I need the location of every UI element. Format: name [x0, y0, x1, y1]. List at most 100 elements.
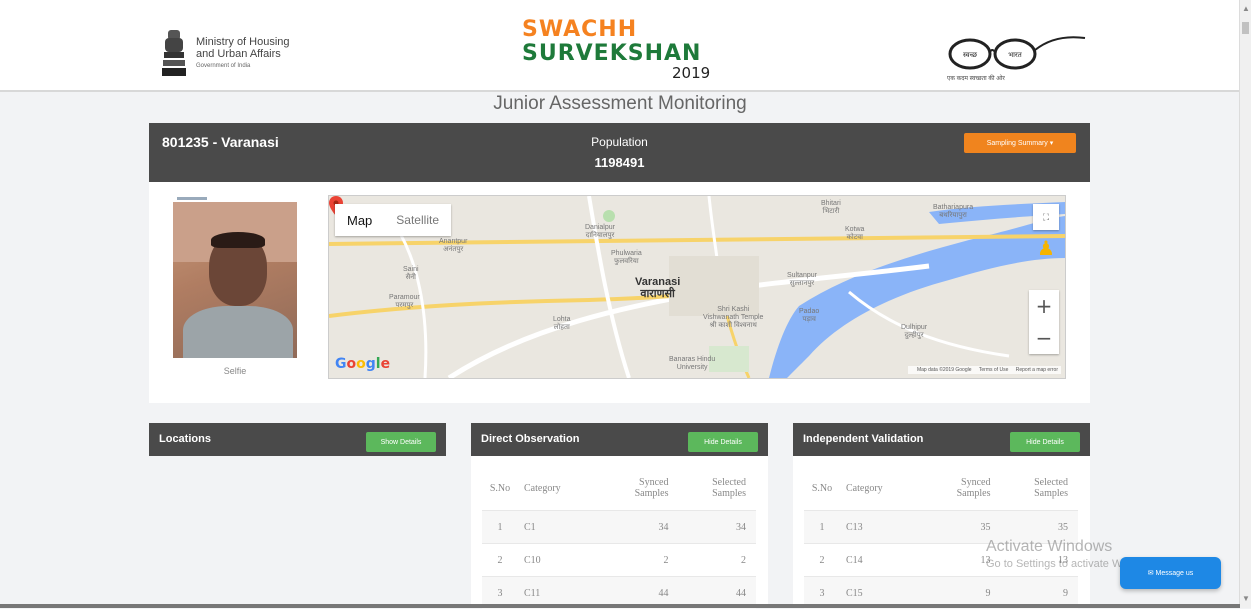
national-emblem-icon — [160, 28, 188, 80]
population-value: 1198491 — [149, 155, 1090, 170]
map-attribution: Map data ©2019 Google Terms of Use Repor… — [908, 366, 1061, 374]
map-label-temple-hi: श्री काशी विश्वनाथ — [710, 322, 757, 329]
terms-link[interactable]: Terms of Use — [979, 367, 1008, 373]
bottom-edge — [0, 604, 1240, 608]
map-label-sultanpur-hi: सुल्तानपुर — [790, 280, 814, 287]
site-header: Ministry of Housing and Urban Affairs Go… — [0, 0, 1240, 92]
header-category: Category — [518, 466, 605, 511]
sampling-summary-button[interactable]: Sampling Summary ▾ — [964, 133, 1076, 153]
hide-details-button[interactable]: Hide Details — [688, 432, 758, 452]
hide-details-button[interactable]: Hide Details — [1010, 432, 1080, 452]
show-details-button[interactable]: Show Details — [366, 432, 436, 452]
cell-category: C10 — [518, 544, 605, 577]
map-label-danialpur-hi: दानियालपुर — [586, 232, 615, 239]
google-logo: Google — [335, 356, 390, 372]
cell-sno: 2 — [804, 544, 840, 577]
zoom-out-button[interactable]: − — [1029, 322, 1059, 354]
cell-selected: 2 — [679, 544, 757, 577]
ministry-logo: Ministry of Housing and Urban Affairs Go… — [160, 28, 290, 80]
street-view-pegman-icon[interactable]: ♟ — [1035, 236, 1057, 264]
cell-sno: 2 — [482, 544, 518, 577]
cell-category: C14 — [840, 544, 927, 577]
brand-year: 2019 — [672, 64, 710, 82]
table-row: 2 C10 2 2 — [482, 544, 756, 577]
map-label-bathariapura: Bathariapura — [933, 204, 973, 211]
locations-title: Locations — [159, 433, 211, 445]
scroll-down-icon[interactable]: ▼ — [1242, 594, 1250, 603]
fullscreen-icon[interactable]: ⛶ — [1033, 204, 1059, 230]
independent-validation-card: Independent Validation Hide Details S.No… — [793, 423, 1090, 608]
map-label-bhitari-hi: भिटारी — [823, 208, 840, 215]
map-label-sultanpur: Sultanpur — [787, 272, 817, 279]
map-label-paramour-hi: परमपुर — [395, 302, 413, 309]
page-title: Junior Assessment Monitoring — [0, 93, 1240, 115]
map-label-danialpur: Danialpur — [585, 224, 615, 231]
cell-sno: 1 — [804, 511, 840, 544]
map-label-varanasi-hi: वाराणसी — [640, 288, 675, 300]
map-label-lohta-hi: लोहता — [554, 324, 570, 331]
map-label-bathariapura-hi: बथरियापुरा — [939, 212, 967, 219]
brand-line-2: SURVEKSHAN — [522, 42, 701, 66]
population-label: Population — [591, 135, 648, 149]
google-logo-letter: e — [381, 356, 391, 372]
google-map[interactable]: Bhitariभिटारी Bathariapuraबथरियापुरा Dan… — [328, 195, 1066, 379]
ministry-line-2: and Urban Affairs — [196, 48, 290, 60]
map-label-dulhipur: Dulhipur — [901, 324, 927, 331]
scrollbar-thumb[interactable] — [1242, 22, 1249, 34]
map-label-saini: Saini — [403, 266, 419, 273]
swachh-survekshan-logo: SWACHH SURVEKSHAN 2019 — [522, 18, 701, 66]
sb-logo-text-right: भारत — [1008, 51, 1023, 59]
map-label-varanasi: Varanasi — [635, 276, 680, 288]
map-label-lohta: Lohta — [553, 316, 571, 323]
message-us-button[interactable]: ✉ Message us — [1120, 557, 1221, 589]
cell-synced: 34 — [605, 511, 679, 544]
locations-card: Locations Show Details — [149, 423, 446, 456]
direct-observation-title: Direct Observation — [481, 433, 579, 445]
scroll-up-icon[interactable]: ▲ — [1242, 4, 1250, 13]
map-label-bhu: Banaras Hindu University — [669, 356, 715, 372]
map-label-kotwa-hi: कोटवा — [847, 234, 863, 241]
table-row: 1 C1 34 34 — [482, 511, 756, 544]
independent-validation-body: S.No Category Synced Samples Selected Sa… — [793, 456, 1090, 608]
header-selected-samples: Selected Samples — [1001, 466, 1079, 511]
direct-observation-card-header: Direct Observation Hide Details — [471, 423, 768, 456]
map-type-map-button[interactable]: Map — [335, 204, 384, 236]
google-logo-letter: g — [366, 356, 376, 372]
ministry-line-1: Ministry of Housing — [196, 36, 290, 48]
direct-observation-body: S.No Category Synced Samples Selected Sa… — [471, 456, 768, 608]
map-label-padao-hi: पड़ाव — [802, 316, 815, 323]
map-data-text: Map data ©2019 Google — [917, 367, 972, 373]
cell-synced: 2 — [605, 544, 679, 577]
locations-card-header: Locations Show Details — [149, 423, 446, 456]
header-selected-samples: Selected Samples — [679, 466, 757, 511]
report-error-link[interactable]: Report a map error — [1016, 367, 1058, 373]
map-label-phulwaria-hi: फुलवरिया — [614, 258, 639, 265]
watermark-line-1: Activate Windows — [986, 538, 1160, 556]
map-type-satellite-button[interactable]: Satellite — [384, 204, 451, 236]
selfie-photo[interactable] — [173, 202, 297, 358]
map-label-phulwaria: Phulwaria — [611, 250, 642, 257]
map-label-bhitari: Bhitari — [821, 200, 841, 207]
cell-selected: 34 — [679, 511, 757, 544]
ministry-line-3: Government of India — [196, 60, 290, 72]
independent-validation-title: Independent Validation — [803, 433, 923, 445]
map-label-anantpur-hi: अनंतपुर — [443, 246, 463, 253]
google-logo-letter: o — [347, 356, 357, 372]
map-label-temple: Shri Kashi Vishwanath Temple — [703, 306, 763, 321]
direct-observation-card: Direct Observation Hide Details S.No Cat… — [471, 423, 768, 608]
selfie-label: Selfie — [173, 366, 297, 376]
independent-validation-card-header: Independent Validation Hide Details — [793, 423, 1090, 456]
header-sno: S.No — [482, 466, 518, 511]
cell-sno: 1 — [482, 511, 518, 544]
map-label-paramour: Paramour — [389, 294, 420, 301]
google-logo-letter: o — [356, 356, 366, 372]
city-header: 801235 - Varanasi Population 1198491 Sam… — [149, 123, 1090, 182]
cell-category: C1 — [518, 511, 605, 544]
population-block: Population 1198491 — [149, 135, 1090, 170]
cell-category: C13 — [840, 511, 927, 544]
zoom-in-button[interactable]: + — [1029, 290, 1059, 322]
google-logo-letter: G — [335, 356, 347, 372]
header-synced-samples: Synced Samples — [927, 466, 1001, 511]
page-scrollbar[interactable]: ▲ ▼ — [1239, 0, 1251, 608]
sb-logo-text-left: स्वच्छ — [963, 51, 978, 59]
